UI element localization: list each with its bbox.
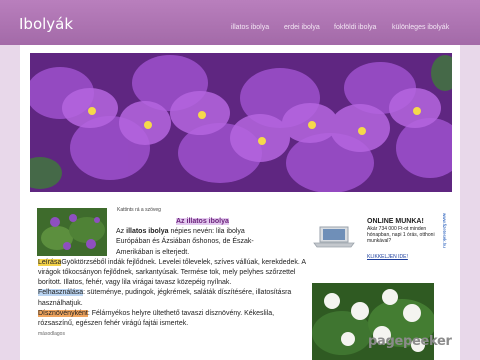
nav-item-erdei[interactable]: erdei ibolya — [284, 24, 320, 31]
intro-prefix: Az — [116, 228, 125, 236]
nav-item-fokfoldi[interactable]: fokföldi ibolya — [334, 24, 376, 31]
laptop-icon[interactable] — [312, 225, 356, 249]
ad-side-url[interactable]: www.fizetesek.hu — [442, 213, 447, 248]
label-description: Leírása — [38, 258, 62, 266]
ad-link[interactable]: KLIKKELJEN IDE! — [367, 254, 408, 260]
label-usage: Felhasználása — [38, 289, 84, 297]
violet-hero-image — [30, 53, 452, 192]
ad-body: Akár 734 000 Ft-ot minden hónapban, napi… — [367, 226, 435, 245]
image-caption: Kattints rá a szöveg — [117, 207, 161, 213]
content-panel: Kattints rá a szöveg Az illatos ibolya A… — [20, 45, 460, 360]
intro-line-3: Amerikában is elterjedt. — [116, 248, 190, 256]
intro-rest: népies nevén: lila ibolya — [170, 228, 245, 236]
nav-item-illatos[interactable]: illatos ibolya — [231, 24, 269, 31]
trailing-text: másodlagos — [38, 331, 65, 338]
article-text: Az illatos ibolya Az illatos ibolya népi… — [38, 217, 306, 339]
label-ornamental: Dísznövényként — [38, 309, 88, 317]
intro-line-2: Európában és Ázsiában őshonos, de Észak- — [116, 238, 254, 246]
header-bar: Ibolyák illatos ibolya erdei ibolya fokf… — [0, 0, 480, 45]
article-heading: Az illatos ibolya — [176, 218, 229, 225]
description-text: Gyöktörzséből indák fejlődnek. Levelei t… — [38, 258, 306, 287]
intro-bold: illatos ibolya — [126, 228, 169, 236]
ad-title[interactable]: ONLINE MUNKA! — [367, 217, 435, 226]
watermark-logo: pagepeeker — [368, 334, 452, 349]
nav-item-kulonleges[interactable]: különleges ibolyák — [392, 24, 449, 31]
ad-box[interactable]: ONLINE MUNKA! Akár 734 000 Ft-ot minden … — [367, 217, 435, 263]
main-nav: illatos ibolya erdei ibolya fokföldi ibo… — [0, 24, 480, 36]
